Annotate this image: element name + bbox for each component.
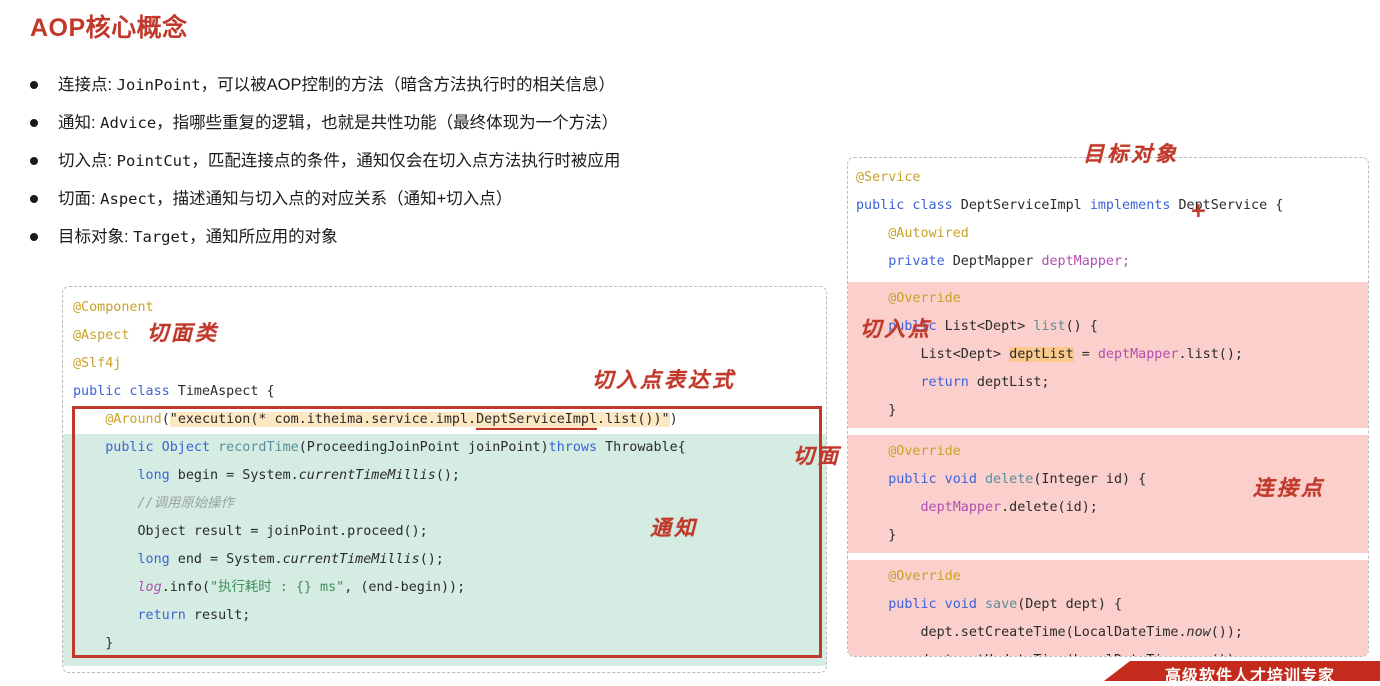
code-line: @Override: [856, 569, 961, 584]
bullet-text: 切面: Aspect，描述通知与切入点的对应关系（通知+切入点）: [58, 188, 512, 210]
bullet-dot-icon: [30, 119, 38, 127]
annotation-pointcut: 切入点: [860, 317, 932, 341]
list-item: 切入点: PointCut，匹配连接点的条件，通知仅会在切入点方法执行时被应用: [30, 150, 860, 172]
bullet-code: Target: [133, 228, 190, 246]
code-line-around: @Around("execution(* com.itheima.service…: [73, 406, 826, 434]
bullet-sep: :: [107, 76, 117, 94]
code-line: @Override: [856, 444, 961, 459]
code-line: private DeptMapper deptMapper;: [856, 254, 1131, 269]
code-line: long end = System.currentTimeMillis();: [73, 552, 444, 567]
annotation-aspect: 切面: [793, 444, 841, 468]
code-line: long begin = System.currentTimeMillis();: [73, 468, 460, 483]
code-line: }: [73, 666, 826, 672]
annotation-joinpoint: 连接点: [1253, 476, 1325, 500]
annotation-plus-marker: +: [1190, 198, 1207, 222]
joinpoint-method-list: @Override public List<Dept> list() { Lis…: [848, 282, 1368, 428]
bullet-term: 连接点: [58, 76, 108, 94]
bullet-term: 切入点: [58, 152, 108, 170]
bullet-desc: ，通知所应用的对象: [189, 228, 338, 246]
pointcut-target-class: DeptServiceImpl: [476, 412, 598, 430]
code-line: public class DeptServiceImpl implements …: [856, 198, 1284, 213]
bullet-text: 切入点: PointCut，匹配连接点的条件，通知仅会在切入点方法执行时被应用: [58, 150, 620, 172]
deptlist-variable-highlight: deptList: [1009, 347, 1074, 362]
bullet-sep: :: [124, 228, 134, 246]
service-code-block: @Service public class DeptServiceImpl im…: [847, 157, 1369, 657]
code-line: @Override: [856, 291, 961, 306]
bullet-term: 目标对象: [58, 228, 124, 246]
bullet-text: 目标对象: Target，通知所应用的对象: [58, 226, 338, 248]
bullet-code: PointCut: [116, 152, 192, 170]
code-line: return result;: [73, 608, 251, 623]
annotation-advice: 通知: [650, 516, 698, 540]
page-title: AOP核心概念: [30, 14, 188, 42]
bullet-code: Advice: [100, 114, 157, 132]
joinpoint-method-save: @Override public void save(Dept dept) { …: [848, 560, 1368, 656]
list-item: 目标对象: Target，通知所应用的对象: [30, 226, 860, 248]
code-line: Object result = joinPoint.proceed();: [73, 524, 428, 539]
bullet-text: 通知: Advice，指哪些重复的逻辑，也就是共性功能（最终体现为一个方法）: [58, 112, 618, 134]
method-separator: [848, 428, 1368, 435]
code-line: List<Dept> deptList = deptMapper.list();: [856, 347, 1243, 362]
bullet-term: 通知: [58, 114, 91, 132]
bullet-dot-icon: [30, 157, 38, 165]
code-line: public List<Dept> list() {: [856, 319, 1098, 334]
method-separator: [848, 553, 1368, 560]
code-line: log.info("执行耗时 : {} ms", (end-begin));: [73, 580, 466, 595]
code-line: @Service: [856, 170, 921, 185]
bullet-dot-icon: [30, 233, 38, 241]
list-item: 切面: Aspect，描述通知与切入点的对应关系（通知+切入点）: [30, 188, 860, 210]
code-line: }: [856, 403, 897, 418]
bullet-dot-icon: [30, 81, 38, 89]
code-line: public void save(Dept dept) {: [856, 597, 1123, 612]
bullet-desc: ，匹配连接点的条件，通知仅会在切入点方法执行时被应用: [191, 152, 621, 170]
code-line: dept.setUpdateTime(LocalDateTime.now());: [856, 647, 1368, 656]
bullet-desc: ，指哪些重复的逻辑，也就是共性功能（最终体现为一个方法）: [156, 114, 619, 132]
code-line: public Object recordTime(ProceedingJoinP…: [73, 440, 686, 455]
code-line: }: [856, 528, 897, 543]
code-line: }: [73, 636, 114, 651]
bullet-desc: ，描述通知与切入点的对应关系（通知+切入点）: [156, 190, 513, 208]
bullet-dot-icon: [30, 195, 38, 203]
code-line: @Autowired: [856, 226, 969, 241]
annotation-pointcut-expression: 切入点表达式: [592, 368, 736, 392]
list-item: 连接点: JoinPoint，可以被AOP控制的方法（暗含方法执行时的相关信息）: [30, 74, 860, 96]
bullet-code: JoinPoint: [116, 76, 201, 94]
aspect-method-body: public Object recordTime(ProceedingJoinP…: [63, 434, 826, 666]
code-line: //调用原始操作: [73, 496, 234, 511]
bullet-code: Aspect: [100, 190, 157, 208]
annotation-aspect-class: 切面类: [147, 321, 219, 345]
code-line: return deptList;: [856, 375, 1050, 390]
bullet-term: 切面: [58, 190, 91, 208]
bullet-text: 连接点: JoinPoint，可以被AOP控制的方法（暗含方法执行时的相关信息）: [58, 74, 615, 96]
annotation-target-object: 目标对象: [1083, 142, 1179, 166]
bullet-sep: :: [107, 152, 117, 170]
bullet-sep: :: [91, 190, 101, 208]
footer-banner-text: 高级软件人才培训专家: [1165, 668, 1336, 685]
bullet-sep: :: [91, 114, 101, 132]
code-line: dept.setCreateTime(LocalDateTime.now());: [856, 625, 1243, 640]
concepts-bullet-list: 连接点: JoinPoint，可以被AOP控制的方法（暗含方法执行时的相关信息）…: [30, 74, 860, 264]
bullet-desc: ，可以被AOP控制的方法（暗含方法执行时的相关信息）: [200, 76, 616, 94]
list-item: 通知: Advice，指哪些重复的逻辑，也就是共性功能（最终体现为一个方法）: [30, 112, 860, 134]
